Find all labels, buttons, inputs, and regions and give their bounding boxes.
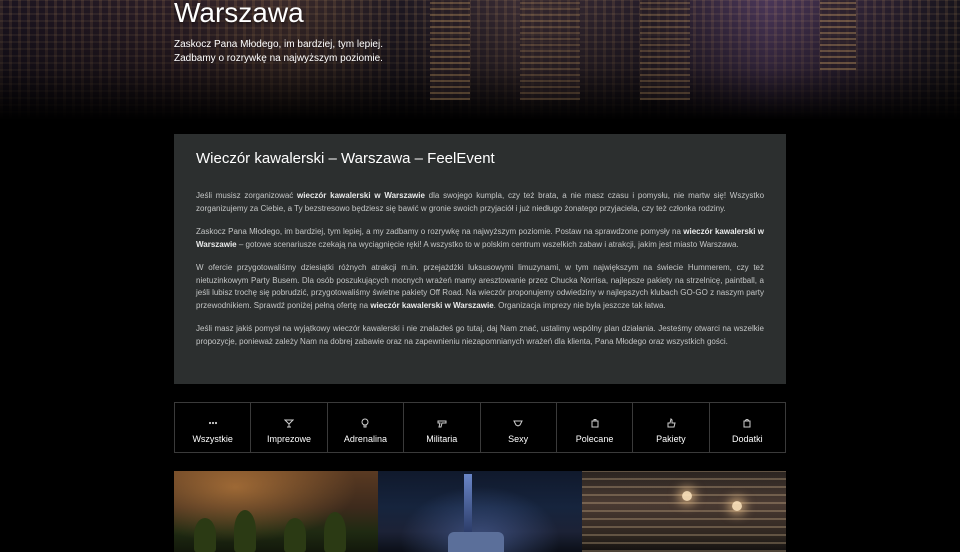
party-bus-shape <box>448 532 504 552</box>
category-pakiety[interactable]: Pakiety <box>633 403 710 452</box>
text-span: . Organizacja imprezy nie była jeszcze t… <box>493 300 666 310</box>
section-title: Wieczór kawalerski – Warszawa – FeelEven… <box>196 150 495 167</box>
lingerie-icon <box>513 417 523 428</box>
category-dodatki[interactable]: Dodatki <box>710 403 785 452</box>
offer-tile-image[interactable] <box>582 471 786 552</box>
tree-shape <box>284 518 306 552</box>
paragraph-2: Zaskocz Pana Młodego, im bardziej, tym l… <box>196 226 764 251</box>
hero-subtitle-line: Zadbamy o rozrywkę na najwyższym poziomi… <box>174 53 383 64</box>
hero-building <box>820 0 856 70</box>
paragraph-4: Jeśli masz jakiś pomysł na wyjątkowy wie… <box>196 324 764 346</box>
tree-shape <box>324 512 346 552</box>
paragraph-3: W ofercie przygotowaliśmy dziesiątki róż… <box>196 262 764 312</box>
offer-tile-image[interactable] <box>174 471 378 552</box>
gun-icon <box>437 417 447 428</box>
bag-icon <box>590 417 600 428</box>
category-polecane[interactable]: Polecane <box>557 403 634 452</box>
category-label: Adrenalina <box>343 434 387 444</box>
category-imprezowe[interactable]: Imprezowe <box>251 403 328 452</box>
category-label: Imprezowe <box>267 434 312 444</box>
hero-building <box>430 0 470 100</box>
category-filter-bar: Wszystkie Imprezowe Adrenalina Militaria… <box>174 402 786 453</box>
text-span: Zaskocz Pana Młodego, im bardziej, tym l… <box>196 227 684 236</box>
category-label: Polecane <box>575 434 614 444</box>
category-label: Dodatki <box>732 434 763 444</box>
category-label: Wszystkie <box>192 434 233 444</box>
category-adrenalina[interactable]: Adrenalina <box>328 403 405 452</box>
hero-banner: Warszawa Zaskocz Pana Młodego, im bardzi… <box>0 0 960 120</box>
category-wszystkie[interactable]: Wszystkie <box>175 403 252 452</box>
category-label: Pakiety <box>656 434 686 444</box>
category-sexy[interactable]: Sexy <box>481 403 557 452</box>
thumb-icon <box>666 417 676 428</box>
hero-subtitle-line: Zaskocz Pana Młodego, im bardziej, tym l… <box>174 39 383 50</box>
category-label: Sexy <box>508 434 529 444</box>
hero-building <box>640 0 690 100</box>
bulb-icon <box>360 417 370 428</box>
shopping-bag-icon <box>742 417 752 428</box>
tree-shape <box>234 510 256 552</box>
description-box: Wieczór kawalerski – Warszawa – FeelEven… <box>174 134 786 384</box>
keyword-bold: wieczór kawalerski w Warszawie <box>297 191 425 200</box>
street-lamp <box>682 491 692 501</box>
category-militaria[interactable]: Militaria <box>404 403 481 452</box>
hero-subtitle: Zaskocz Pana Młodego, im bardziej, tym l… <box>174 38 383 66</box>
category-label: Militaria <box>426 434 458 444</box>
street-lamp <box>732 501 742 511</box>
page-title: Warszawa <box>174 0 304 28</box>
keyword-bold: wieczór kawalerski w Warszawie <box>370 300 494 310</box>
offer-gallery <box>174 471 786 552</box>
dots-icon <box>208 417 218 428</box>
text-span: Jeśli musisz zorganizować <box>196 191 298 200</box>
offer-tile-image[interactable] <box>378 471 582 552</box>
hero-building <box>520 0 580 100</box>
cocktail-icon <box>284 417 295 428</box>
paragraph-1: Jeśli musisz zorganizować wieczór kawale… <box>196 190 764 215</box>
text-span: – gotowe scenariusze czekają na wyciągni… <box>236 239 739 249</box>
tree-shape <box>194 518 216 552</box>
palace-spire <box>464 474 472 534</box>
